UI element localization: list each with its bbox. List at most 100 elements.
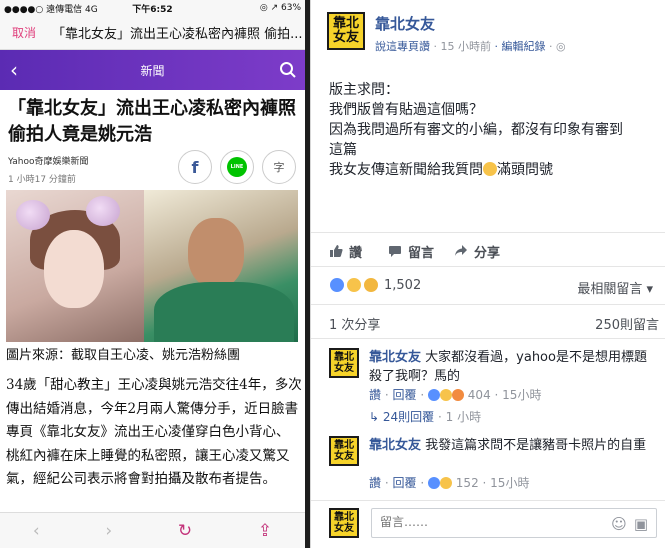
commenter-name[interactable]: 靠北女友 — [369, 438, 421, 453]
share-summary: 1 次分享 250則留言 — [329, 314, 659, 333]
like-button[interactable]: 讚 — [329, 242, 362, 261]
article-image — [6, 190, 298, 342]
comment-button[interactable]: 留言 — [388, 242, 434, 261]
edit-history-link[interactable]: · 編輯紀錄 — [495, 40, 546, 53]
line-icon: LINE — [227, 157, 247, 177]
comment-item: 靠北 女友 靠北女友 大家都沒看過，yahoo是不是想用標題殺了我啊？馬的 讚 … — [329, 348, 659, 404]
logo-text-top: 靠北 — [334, 440, 354, 451]
reaction-count: 1,502 — [384, 277, 422, 293]
comment-like-link[interactable]: 讚 — [369, 388, 381, 402]
divider — [311, 500, 665, 501]
post-time[interactable]: · 15 小時前 — [434, 40, 492, 53]
cancel-button[interactable]: 取消 — [12, 24, 52, 41]
news-app-panel: ●●●●○ 遠傳電信 4G 下午6:52 ◎ ↗ 63% 取消 「靠北女友」流出… — [0, 0, 305, 548]
share-icon[interactable]: ⇪ — [258, 521, 272, 541]
logo-text-bottom: 女友 — [334, 451, 354, 462]
comment-body: 我發這篇求問不是讓豬哥卡照片的自重 — [425, 438, 647, 453]
page-avatar[interactable]: 靠北 女友 — [327, 12, 365, 50]
status-bar: ●●●●○ 遠傳電信 4G 下午6:52 ◎ ↗ 63% — [0, 0, 305, 16]
comment-reaction-count[interactable]: 404 — [468, 388, 491, 402]
carrier-label: ●●●●○ 遠傳電信 4G — [4, 4, 98, 15]
photo-wang — [6, 190, 144, 342]
comment-item: 靠北 女友 靠北女友 我發這篇求問不是讓豬哥卡照片的自重 讚 · 回覆 · 15… — [329, 436, 659, 492]
article-headline: 「靠北女友」流出王心凌私密內褲照偷拍人竟是姚元浩 — [8, 98, 296, 145]
comment-label: 留言 — [408, 245, 435, 261]
address-field[interactable]: 「靠北女友」流出王心凌私密內褲照 偷拍... — [52, 23, 305, 42]
liked-page-label[interactable]: 說這專頁讚 — [375, 40, 430, 53]
commenter-avatar[interactable]: 靠北 女友 — [329, 436, 359, 466]
logo-text-bottom: 女友 — [334, 363, 354, 374]
comment-reply-link[interactable]: 回覆 — [392, 388, 416, 402]
comment-like-link[interactable]: 讚 — [369, 476, 381, 490]
globe-icon: · ◎ — [549, 40, 566, 53]
article-source[interactable]: Yahoo奇摩娛樂新聞 — [8, 154, 89, 167]
post-body: 版主求問： 我們版曾有貼過這個嗎？ 因為我問過所有審文的小編，都沒有印象有審到 … — [329, 80, 659, 180]
haha-reaction-icon — [346, 277, 362, 293]
commenter-name[interactable]: 靠北女友 — [369, 350, 421, 365]
thumbs-up-icon — [330, 245, 343, 257]
comment-icon — [389, 246, 402, 257]
commenter-avatar[interactable]: 靠北 女友 — [329, 348, 359, 378]
comment-count[interactable]: 250則留言 — [595, 314, 659, 333]
share-count[interactable]: 1 次分享 — [329, 318, 380, 333]
divider — [311, 232, 665, 233]
post-line: 我們版曾有貼過這個嗎？ — [329, 102, 483, 118]
facebook-post-panel: 靠北 女友 靠北女友 說這專頁讚 · 15 小時前 · 編輯紀錄 · ◎ 版主求… — [310, 0, 665, 548]
post-actions: 讚 留言 分享 — [311, 236, 665, 266]
reload-icon[interactable]: ↻ — [178, 521, 192, 541]
line-share-button[interactable]: LINE — [220, 150, 254, 184]
post-line-text: 滿頭問號 — [497, 162, 553, 178]
like-reaction-icon — [427, 477, 440, 489]
forward-arrow-icon[interactable]: › — [105, 521, 112, 541]
logo-text-top: 靠北 — [334, 512, 354, 523]
comment-actions: 讚 · 回覆 · 404 · 15小時 — [369, 388, 542, 402]
angry-reaction-icon — [451, 389, 464, 401]
haha-reaction-icon — [439, 477, 452, 489]
comment-actions: 讚 · 回覆 · 152 · 15小時 — [369, 476, 530, 490]
like-label: 讚 — [349, 245, 363, 261]
divider — [311, 266, 665, 267]
comment-time[interactable]: 15小時 — [490, 476, 529, 490]
post-meta: 說這專頁讚 · 15 小時前 · 編輯紀錄 · ◎ — [375, 38, 566, 54]
post-line: 我女友傳這新聞給我質問 滿頭問號 — [329, 160, 659, 180]
share-button[interactable]: 分享 — [454, 242, 500, 261]
comment-composer[interactable]: ☺ ▣ — [371, 508, 657, 538]
current-user-avatar: 靠北 女友 — [329, 508, 359, 538]
sweat-emoji-icon — [483, 162, 497, 176]
comment-time[interactable]: 15小時 — [502, 388, 541, 402]
news-nav-bar: ‹ 新聞 — [0, 50, 305, 90]
share-arrow-icon — [455, 245, 468, 256]
facebook-share-button[interactable]: f — [178, 150, 212, 184]
share-label: 分享 — [474, 245, 501, 261]
comment-reaction-count[interactable]: 152 — [456, 476, 479, 490]
replies-time: · 1 小時 — [437, 410, 482, 424]
page-name[interactable]: 靠北女友 — [375, 13, 435, 34]
article-time: 1 小時17 分鐘前 — [8, 175, 76, 185]
view-replies-link[interactable]: ↳ 24則回覆 · 1 小時 — [369, 408, 481, 425]
comment-text: 靠北女友 大家都沒看過，yahoo是不是想用標題殺了我啊？馬的 — [369, 348, 659, 386]
haha-reaction-icon — [439, 389, 452, 401]
post-line: 因為我問過所有審文的小編，都沒有印象有審到 — [329, 122, 623, 138]
comment-input[interactable] — [380, 515, 580, 529]
emoji-icon[interactable]: ☺ — [610, 515, 628, 533]
back-arrow-icon[interactable]: ‹ — [33, 521, 40, 541]
article-meta: Yahoo奇摩娛樂新聞 1 小時17 分鐘前 f LINE 字 — [0, 148, 305, 192]
logo-text-top: 靠北 — [332, 16, 359, 31]
like-reaction-icon — [427, 389, 440, 401]
image-caption: 圖片來源：截取自王心凌、姚元浩粉絲團 — [6, 348, 241, 363]
comment-reply-link[interactable]: 回覆 — [392, 476, 416, 490]
post-line: 版主求問： — [329, 82, 399, 98]
logo-text-bottom: 女友 — [332, 30, 359, 45]
sticker-icon[interactable]: ▣ — [632, 515, 650, 533]
logo-text-top: 靠北 — [334, 352, 354, 363]
photo-yao — [144, 190, 298, 342]
nav-title: 新聞 — [140, 63, 165, 78]
wow-reaction-icon — [363, 277, 379, 293]
address-bar: 取消 「靠北女友」流出王心凌私密內褲照 偷拍... — [0, 16, 305, 50]
search-icon[interactable] — [279, 61, 297, 79]
browser-toolbar: ‹ › ↻ ⇪ — [0, 512, 305, 548]
battery-label: ◎ ↗ 63% — [259, 3, 301, 13]
comment-sort-dropdown[interactable]: 最相關留言 ▾ — [577, 278, 653, 297]
font-size-button[interactable]: 字 — [262, 150, 296, 184]
comment-text: 靠北女友 我發這篇求問不是讓豬哥卡照片的自重 — [369, 436, 659, 455]
